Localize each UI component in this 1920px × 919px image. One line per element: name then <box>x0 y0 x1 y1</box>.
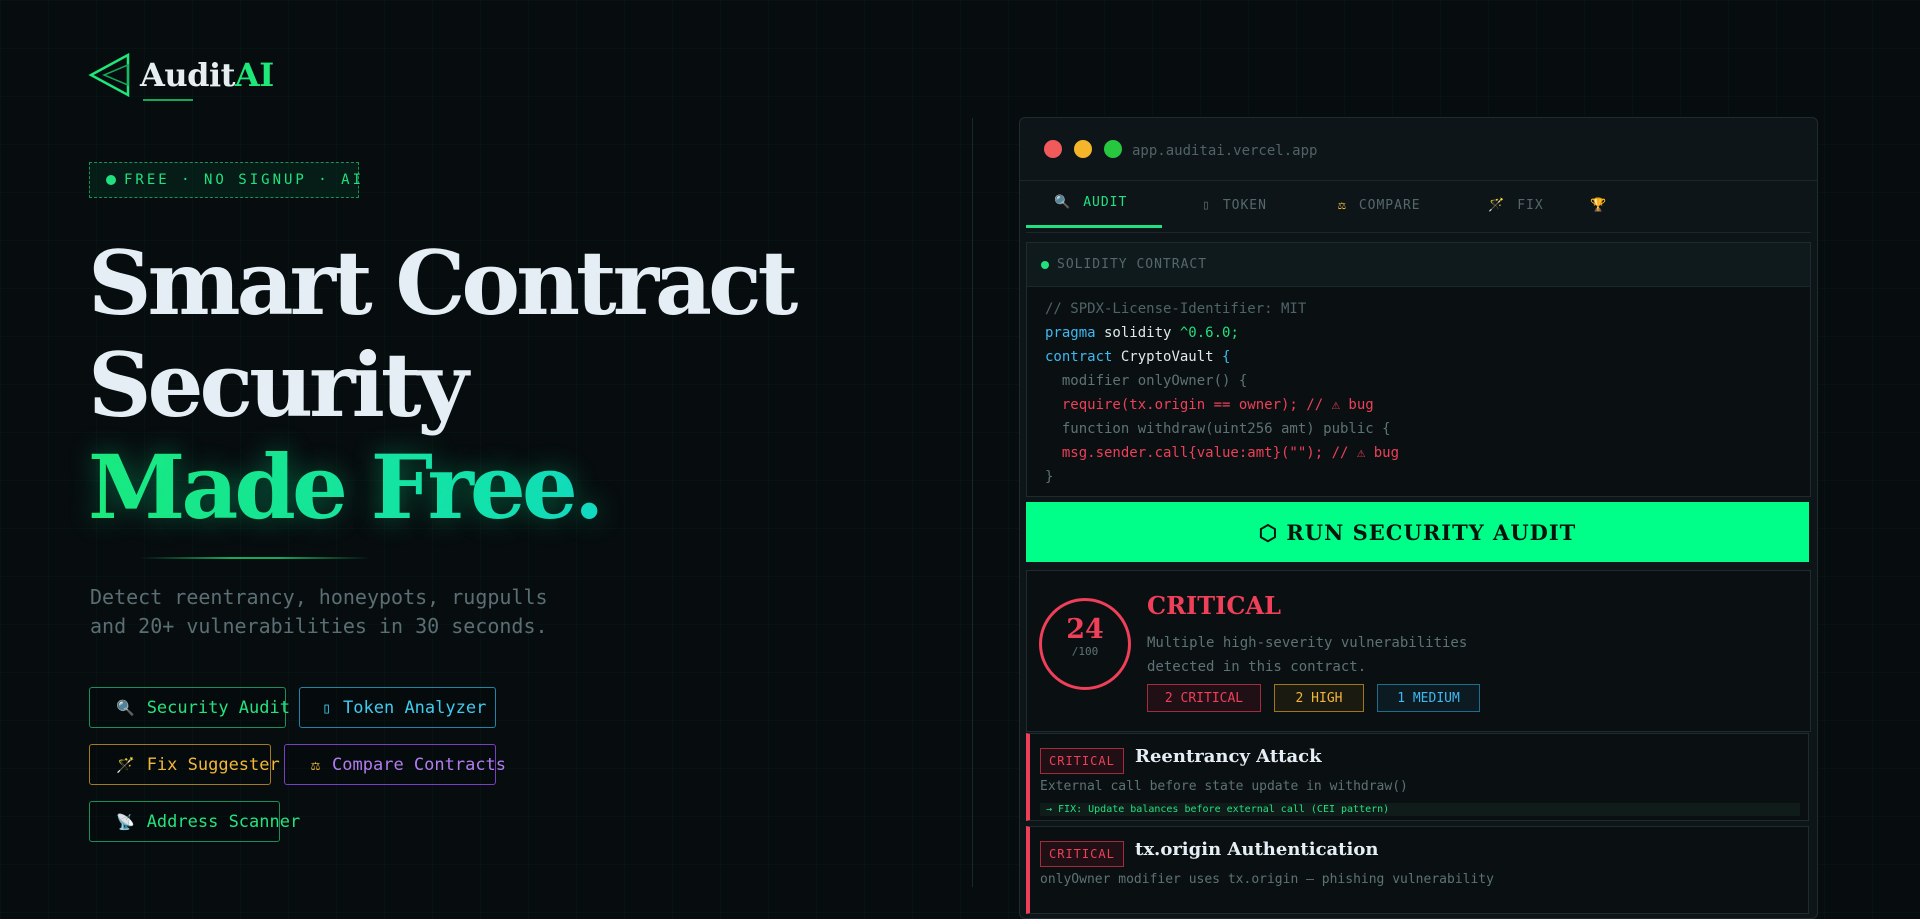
code-line: // SPDX-License-Identifier: MIT <box>1045 301 1307 317</box>
scales-icon: ⚖ <box>1338 197 1347 213</box>
subtitle-line-1: Detect reentrancy, honeypots, rugpulls <box>90 585 548 609</box>
hero-line-2: Security <box>88 333 469 437</box>
tab-leaderboard[interactable]: 🏆 <box>1590 180 1619 230</box>
maximize-dot-icon[interactable] <box>1104 140 1122 158</box>
app-preview-window: app.auditai.vercel.app 🔍 AUDIT ▯ TOKEN ⚖ CO… <box>1019 117 1818 919</box>
high-count-badge: 2 HIGH <box>1274 684 1364 712</box>
token-icon: ▯ <box>1202 197 1211 213</box>
hero-line-1: Smart Contract <box>88 231 798 335</box>
issue-card[interactable]: CRITICAL tx.origin Authentication onlyOw… <box>1026 826 1809 914</box>
search-icon: 🔍 <box>1054 195 1072 210</box>
score-value: 24 <box>1066 614 1104 645</box>
tab-token-label: TOKEN <box>1222 197 1267 213</box>
logo[interactable]: AuditAI <box>88 52 274 98</box>
subtitle-line-2: and 20+ vulnerabilities in 30 seconds. <box>90 614 548 638</box>
issue-fix-suggestion: → FIX: Update balances before external c… <box>1040 803 1800 816</box>
tab-audit-label: AUDIT <box>1083 195 1128 210</box>
tab-compare-label: COMPARE <box>1358 197 1421 213</box>
code-line: contract CryptoVault { <box>1045 349 1231 365</box>
window-url: app.auditai.vercel.app <box>1132 143 1318 159</box>
issue-card[interactable]: CRITICAL Reentrancy Attack External call… <box>1026 733 1809 821</box>
critical-count-badge: 2 CRITICAL <box>1147 684 1261 712</box>
editor-header: SOLIDITY CONTRACT <box>1027 243 1810 287</box>
token-icon: ▯ <box>322 698 332 717</box>
tab-token[interactable]: ▯ TOKEN <box>1202 180 1267 230</box>
score-ring: 24 /100 <box>1039 598 1131 690</box>
tab-bar: 🔍 AUDIT ▯ TOKEN ⚖ COMPARE 🪄 FIX 🏆 <box>1026 180 1811 233</box>
hero-divider <box>140 557 370 559</box>
issue-description: onlyOwner modifier uses tx.origin — phis… <box>1040 872 1494 887</box>
code-line-bug: require(tx.origin == owner); // ⚠ bug <box>1045 397 1374 413</box>
code-line: modifier onlyOwner() { <box>1045 373 1248 389</box>
logo-text: AuditAI <box>140 56 274 94</box>
run-security-audit-button[interactable]: ⬡ RUN SECURITY AUDIT <box>1026 502 1809 562</box>
minimize-dot-icon[interactable] <box>1074 140 1092 158</box>
compare-contracts-label: Compare Contracts <box>332 754 507 775</box>
token-analyzer-button[interactable]: ▯ Token Analyzer <box>299 687 496 728</box>
logo-triangle-icon <box>88 52 130 98</box>
tab-audit[interactable]: 🔍 AUDIT <box>1026 180 1162 228</box>
severity-description: Multiple high-severity vulnerabilities d… <box>1147 635 1468 675</box>
code-line: pragma solidity ^0.6.0; <box>1045 325 1239 341</box>
magic-wand-icon: 🪄 <box>1488 197 1506 213</box>
fix-suggester-label: Fix Suggester <box>146 754 280 775</box>
free-badge: FREE · NO SIGNUP · AI <box>89 162 361 198</box>
logo-underline <box>143 99 193 101</box>
token-analyzer-label: Token Analyzer <box>343 697 487 718</box>
fix-suggester-button[interactable]: 🪄 Fix Suggester <box>89 744 280 785</box>
status-dot-icon <box>1041 260 1049 269</box>
code-line-bug: msg.sender.call{value:amt}(""); // ⚠ bug <box>1045 445 1400 461</box>
issue-severity-tag: CRITICAL <box>1040 748 1124 774</box>
editor-title: SOLIDITY CONTRACT <box>1057 257 1208 272</box>
status-dot-icon <box>106 175 116 185</box>
issue-title: tx.origin Authentication <box>1135 839 1379 860</box>
magic-wand-icon: 🪄 <box>116 755 135 774</box>
address-scanner-label: Address Scanner <box>146 811 301 832</box>
window-titlebar: app.auditai.vercel.app <box>1020 118 1817 181</box>
medium-count-badge: 1 MEDIUM <box>1377 684 1480 712</box>
tab-fix[interactable]: 🪄 FIX <box>1488 180 1544 230</box>
code-content[interactable]: // SPDX-License-Identifier: MIT pragma so… <box>1027 287 1810 489</box>
code-editor[interactable]: SOLIDITY CONTRACT // SPDX-License-Identi… <box>1026 242 1811 497</box>
vertical-divider <box>972 118 973 887</box>
hero-subtitle: Detect reentrancy, honeypots, rugpulls a… <box>90 583 610 641</box>
audit-result-card: 24 /100 CRITICAL Multiple high-severity … <box>1026 570 1811 732</box>
code-line: } <box>1045 469 1054 485</box>
issue-severity-tag: CRITICAL <box>1040 841 1124 867</box>
severity-title: CRITICAL <box>1147 591 1281 620</box>
satellite-icon: 📡 <box>116 812 135 831</box>
security-audit-button[interactable]: 🔍 Security Audit <box>89 687 290 728</box>
issue-description: External call before state update in wit… <box>1040 779 1408 794</box>
issue-title: Reentrancy Attack <box>1135 746 1322 767</box>
compare-contracts-button[interactable]: ⚖ Compare Contracts <box>284 744 506 785</box>
hero-heading: Smart Contract Security Made Free. <box>88 231 798 538</box>
scales-icon: ⚖ <box>311 755 321 774</box>
tab-compare[interactable]: ⚖ COMPARE <box>1338 180 1421 230</box>
hero-line-3: Made Free. <box>88 436 794 538</box>
security-audit-label: Security Audit <box>146 697 290 718</box>
badge-text: FREE · NO SIGNUP · AI <box>124 172 365 188</box>
code-line: function withdraw(uint256 amt) public { <box>1045 421 1391 437</box>
trophy-icon: 🏆 <box>1590 197 1608 213</box>
search-icon: 🔍 <box>116 698 135 717</box>
score-max: /100 <box>1071 645 1099 658</box>
address-scanner-button[interactable]: 📡 Address Scanner <box>89 801 300 842</box>
close-dot-icon[interactable] <box>1044 140 1062 158</box>
tab-fix-label: FIX <box>1517 197 1544 213</box>
